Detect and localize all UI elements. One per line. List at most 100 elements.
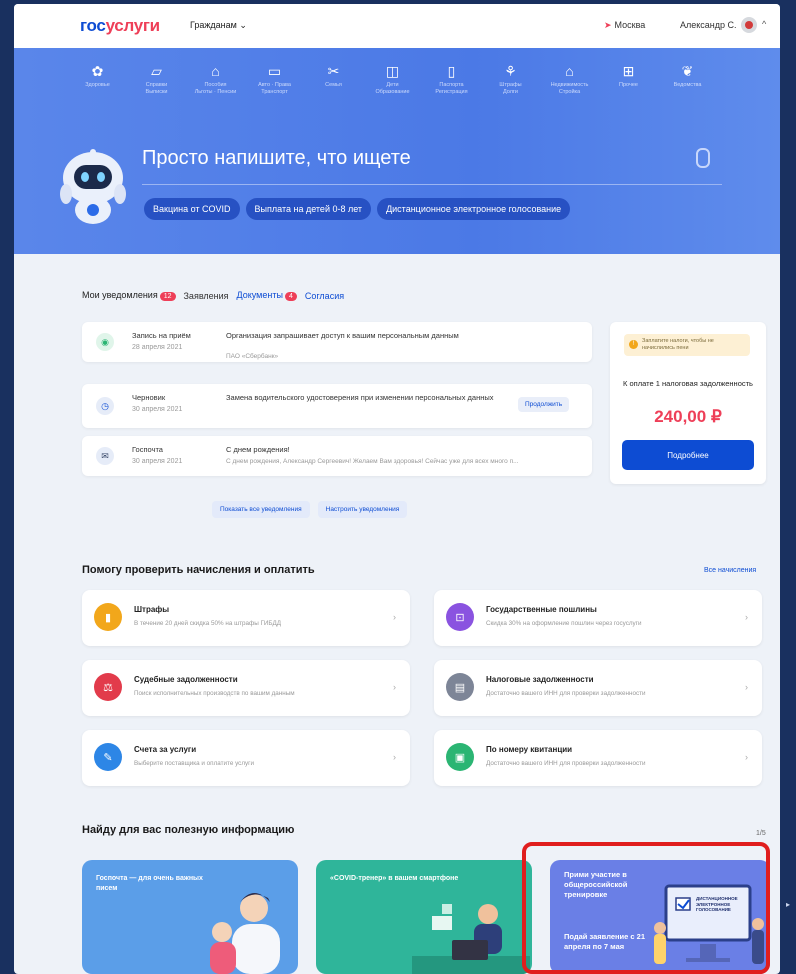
highlight-frame bbox=[522, 842, 770, 974]
hero-banner: ✿ Здоровье ▱ Справки Выписки ⌂ Пособия Льготы… bbox=[14, 48, 780, 254]
user-name[interactable]: Александр С. bbox=[680, 20, 737, 30]
notification-card[interactable]: ✉ Госпочта 30 апреля 2021 С днем рождени… bbox=[82, 436, 592, 476]
category-nav-item[interactable]: ❦ Ведомства bbox=[658, 62, 717, 112]
payment-subtitle: Достаточно вашего ИНН для проверки задол… bbox=[486, 690, 646, 697]
category-icon: ▯ bbox=[447, 63, 456, 79]
mail-icon: ✉ bbox=[96, 447, 114, 465]
all-charges-link[interactable]: Все начисления bbox=[704, 567, 756, 574]
category-label: Прочее bbox=[619, 82, 638, 88]
audience-dropdown[interactable]: Гражданам ⌄ bbox=[190, 20, 247, 31]
category-nav-item[interactable]: ✂ Семья bbox=[304, 62, 363, 112]
configure-notifications-button[interactable]: Настроить уведомления bbox=[317, 501, 408, 518]
robot-assistant-icon bbox=[60, 149, 126, 224]
payment-title: Штрафы bbox=[134, 605, 170, 614]
category-label: Недвижимость Стройка bbox=[550, 82, 589, 95]
category-nav-item[interactable]: ⌂ Недвижимость Стройка bbox=[540, 62, 599, 112]
chevron-up-icon[interactable]: ^ bbox=[762, 19, 766, 29]
notification-card[interactable]: ◉ Запись на приём 28 апреля 2021 Организ… bbox=[82, 322, 592, 362]
category-icon: ⌂ bbox=[211, 63, 220, 79]
category-nav-item[interactable]: ⚘ Штрафы Долги bbox=[481, 62, 540, 112]
payment-card[interactable]: ▮ Штрафы В течение 20 дней скидка 50% на ш… bbox=[82, 590, 410, 646]
category-label: Ведомства bbox=[673, 82, 702, 88]
continue-button[interactable]: Продолжить bbox=[518, 397, 570, 412]
tax-title: К оплате 1 налоговая задолженность bbox=[623, 379, 753, 388]
payment-subtitle: Скидка 30% на оформление пошлин через го… bbox=[486, 620, 642, 627]
documents-count-badge: 4 bbox=[284, 292, 297, 301]
category-nav-item[interactable]: ▭ Авто · Права Транспорт bbox=[245, 62, 304, 112]
gosuslugi-window: госуслуги Гражданам ⌄ ➤ Москва Александр … bbox=[14, 4, 780, 974]
gosuslugi-logo[interactable]: госуслуги bbox=[80, 16, 160, 36]
chevron-right-icon: › bbox=[745, 752, 748, 762]
tax-warning: ! Заплатите налоги, чтобы не начислились … bbox=[624, 334, 750, 356]
payment-category-icon: ▣ bbox=[446, 743, 474, 771]
clock-icon: ◷ bbox=[96, 397, 114, 415]
category-nav-item[interactable]: ◫ Дети Образование bbox=[363, 62, 422, 112]
category-icon: ✿ bbox=[91, 63, 104, 79]
top-bar: госуслуги Гражданам ⌄ ➤ Москва Александр … bbox=[14, 4, 780, 48]
chevron-right-icon: › bbox=[393, 682, 396, 692]
chevron-right-icon: › bbox=[393, 752, 396, 762]
avatar[interactable] bbox=[741, 17, 757, 33]
payment-category-icon: ⚖ bbox=[94, 673, 122, 701]
category-icon: ⌂ bbox=[565, 63, 574, 79]
city-selector[interactable]: ➤ Москва bbox=[604, 20, 645, 31]
info-heading: Найду для вас полезную информацию bbox=[82, 824, 295, 836]
payment-subtitle: Поиск исполнительных производств по ваши… bbox=[134, 690, 295, 697]
tab-my-notifications[interactable]: Мои уведомления 12 bbox=[82, 290, 176, 301]
payment-title: Государственные пошлины bbox=[486, 605, 597, 614]
payment-category-icon: ⊡ bbox=[446, 603, 474, 631]
tax-details-button[interactable]: Подробнее bbox=[622, 440, 754, 470]
category-label: Авто · Права Транспорт bbox=[258, 82, 291, 95]
category-label: Здоровье bbox=[85, 82, 110, 88]
notification-card[interactable]: ◷ Черновик 30 апреля 2021 Замена водител… bbox=[82, 384, 592, 428]
category-icon: ✂ bbox=[327, 63, 340, 79]
payment-card[interactable]: ✎ Счета за услуги Выберите поставщика и оп… bbox=[82, 730, 410, 786]
appointment-icon: ◉ bbox=[96, 333, 114, 351]
category-icon: ▭ bbox=[267, 63, 282, 79]
info-card-covid-trainer[interactable]: «COVID-тренер» в вашем смартфоне bbox=[316, 860, 532, 974]
chip-covid-vaccine[interactable]: Вакцина от COVID bbox=[144, 198, 240, 220]
chip-child-payment[interactable]: Выплата на детей 0-8 лет bbox=[245, 198, 372, 220]
chip-remote-voting[interactable]: Дистанционное электронное голосование bbox=[377, 198, 571, 220]
chevron-right-icon: › bbox=[745, 682, 748, 692]
tab-documents[interactable]: Документы 4 bbox=[237, 290, 297, 301]
tab-consents[interactable]: Согласия bbox=[305, 291, 344, 301]
category-nav-item[interactable]: ⊞ Прочее bbox=[599, 62, 658, 112]
category-nav-item[interactable]: ✿ Здоровье bbox=[68, 62, 127, 112]
payment-card[interactable]: ▣ По номеру квитанции Достаточно вашего ИН… bbox=[434, 730, 762, 786]
category-icon: ⊞ bbox=[622, 63, 635, 79]
category-label: Паспорта Регистрация bbox=[435, 82, 468, 95]
payment-card[interactable]: ⚖ Судебные задолженности Поиск исполнитель… bbox=[82, 660, 410, 716]
laptop-person-illustration-icon bbox=[412, 904, 530, 974]
microphone-icon[interactable] bbox=[696, 148, 710, 168]
tab-applications[interactable]: Заявления bbox=[184, 291, 229, 301]
payment-category-icon: ▤ bbox=[446, 673, 474, 701]
payment-category-icon: ✎ bbox=[94, 743, 122, 771]
category-nav-item[interactable]: ▯ Паспорта Регистрация bbox=[422, 62, 481, 112]
notification-actions: Показать все уведомления Настроить уведо… bbox=[212, 501, 408, 518]
info-card-gospochta[interactable]: Госпочта — для очень важных писем bbox=[82, 860, 298, 974]
payment-category-icon: ▮ bbox=[94, 603, 122, 631]
category-icon: ◫ bbox=[385, 63, 400, 79]
category-label: Дети Образование bbox=[375, 82, 410, 95]
search-prompt[interactable]: Просто напишите, что ищете bbox=[142, 147, 411, 170]
notification-count-badge: 12 bbox=[159, 292, 176, 301]
category-nav-item[interactable]: ▱ Справки Выписки bbox=[127, 62, 186, 112]
category-icon: ⚘ bbox=[504, 63, 517, 79]
payment-title: Налоговые задолженности bbox=[486, 675, 594, 684]
show-all-notifications-button[interactable]: Показать все уведомления bbox=[212, 501, 310, 518]
carousel-next-icon[interactable]: ▸ bbox=[786, 900, 790, 909]
search-underline bbox=[142, 184, 722, 185]
payment-card[interactable]: ⊡ Государственные пошлины Скидка 30% на оф… bbox=[434, 590, 762, 646]
category-label: Пособия Льготы · Пенсии bbox=[194, 82, 237, 95]
location-pin-icon: ➤ bbox=[604, 20, 612, 30]
payment-card[interactable]: ▤ Налоговые задолженности Достаточно вашег… bbox=[434, 660, 762, 716]
payment-title: По номеру квитанции bbox=[486, 745, 573, 754]
payment-subtitle: Выберите поставщика и оплатите услуги bbox=[134, 760, 254, 767]
payment-subtitle: Достаточно вашего ИНН для проверки задол… bbox=[486, 760, 646, 767]
category-nav-item[interactable]: ⌂ Пособия Льготы · Пенсии bbox=[186, 62, 245, 112]
tax-debt-widget: ! Заплатите налоги, чтобы не начислились … bbox=[610, 322, 766, 484]
warning-icon: ! bbox=[629, 340, 638, 349]
tax-amount: 240,00 ₽ bbox=[654, 407, 722, 426]
chevron-right-icon: › bbox=[393, 612, 396, 622]
